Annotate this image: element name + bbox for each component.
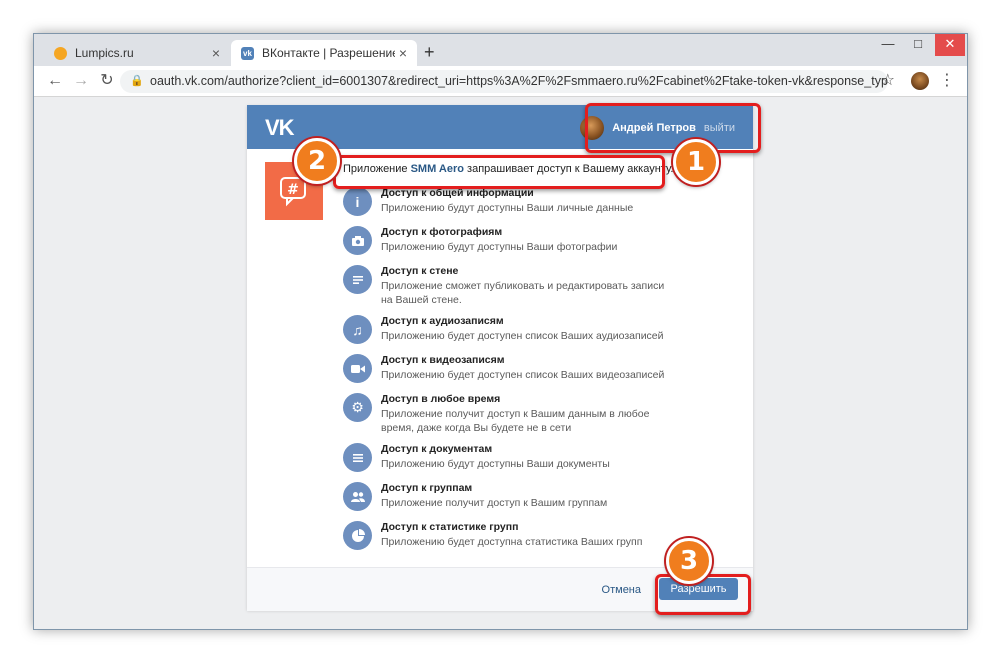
- title-bar: Lumpics.ru × vk ВКонтакте | Разрешение д…: [34, 34, 967, 66]
- permission-title: Доступ к аудиозаписям: [381, 315, 504, 327]
- permission-desc: Приложению будут доступны Ваши документы: [381, 458, 610, 470]
- permission-title: Доступ к документам: [381, 443, 493, 455]
- highlight-request-text: [333, 155, 665, 189]
- permission-desc: Приложению будет доступен список Ваших а…: [381, 330, 664, 342]
- tab-lumpics[interactable]: Lumpics.ru ×: [44, 40, 230, 66]
- music-icon: ♫: [343, 315, 372, 344]
- info-icon: i: [343, 187, 372, 216]
- tab-title: Lumpics.ru: [75, 46, 134, 60]
- cancel-button[interactable]: Отмена: [602, 584, 641, 596]
- maximize-button[interactable]: □: [903, 34, 933, 56]
- pie-chart-icon: [343, 521, 372, 550]
- close-window-button[interactable]: ✕: [935, 34, 965, 56]
- svg-text:#: #: [287, 182, 299, 198]
- permission-desc: Приложение получит доступ к Вашим группа…: [381, 497, 608, 509]
- highlight-allow-button: [655, 574, 751, 615]
- permission-desc: Приложению будет доступен список Ваших в…: [381, 369, 665, 381]
- document-icon: [343, 443, 372, 472]
- permission-title: Доступ к стене: [381, 265, 459, 277]
- permission-title: Доступ к видеозаписям: [381, 354, 505, 366]
- permission-title: Доступ в любое время: [381, 393, 501, 405]
- browser-toolbar: ← → ↻ 🔒 oauth.vk.com/authorize?client_id…: [34, 66, 967, 97]
- vk-favicon-icon: vk: [241, 46, 254, 60]
- close-tab-icon[interactable]: ×: [395, 45, 411, 61]
- highlight-user-block: [585, 103, 761, 153]
- browser-menu-icon[interactable]: ⋮: [939, 70, 955, 90]
- close-tab-icon[interactable]: ×: [208, 45, 224, 61]
- permission-title: Доступ к фотографиям: [381, 226, 503, 238]
- lumpics-favicon-icon: [54, 46, 67, 60]
- vk-logo: VK: [265, 115, 295, 140]
- address-bar[interactable]: 🔒 oauth.vk.com/authorize?client_id=60013…: [120, 70, 888, 93]
- browser-window: Lumpics.ru × vk ВКонтакте | Разрешение д…: [33, 33, 968, 630]
- group-icon: [343, 482, 372, 511]
- permission-desc: Приложению будут доступны Ваши личные да…: [381, 202, 634, 214]
- forward-button[interactable]: →: [70, 70, 92, 92]
- video-icon: [343, 354, 372, 383]
- permission-desc: Приложению будет доступна статистика Ваш…: [381, 536, 643, 548]
- tab-title: ВКонтакте | Разрешение доступ: [262, 46, 395, 60]
- new-tab-button[interactable]: +: [424, 42, 435, 63]
- annotation-badge-2: 2: [294, 138, 340, 184]
- annotation-badge-1: 1: [673, 139, 719, 185]
- permission-title: Доступ к группам: [381, 482, 473, 494]
- permission-desc: Приложение получит доступ к Вашим данным…: [381, 408, 650, 434]
- gear-icon: ⚙: [343, 393, 372, 422]
- annotation-badge-3: 3: [666, 538, 712, 584]
- permission-desc: Приложению будут доступны Ваши фотографи…: [381, 241, 618, 253]
- url-text: oauth.vk.com/authorize?client_id=6001307…: [150, 74, 888, 88]
- lines-icon: [343, 265, 372, 294]
- bookmark-star-icon[interactable]: ☆: [881, 70, 895, 90]
- tab-vkontakte[interactable]: vk ВКонтакте | Разрешение доступ ×: [231, 40, 417, 66]
- back-button[interactable]: ←: [44, 70, 66, 92]
- profile-avatar[interactable]: [911, 72, 929, 90]
- lock-icon: 🔒: [130, 75, 144, 87]
- minimize-button[interactable]: —: [873, 34, 903, 56]
- camera-icon: [343, 226, 372, 255]
- reload-button[interactable]: ↻: [96, 70, 118, 92]
- permission-desc: Приложение сможет публиковать и редактир…: [381, 280, 665, 306]
- permission-title: Доступ к статистике групп: [381, 521, 519, 533]
